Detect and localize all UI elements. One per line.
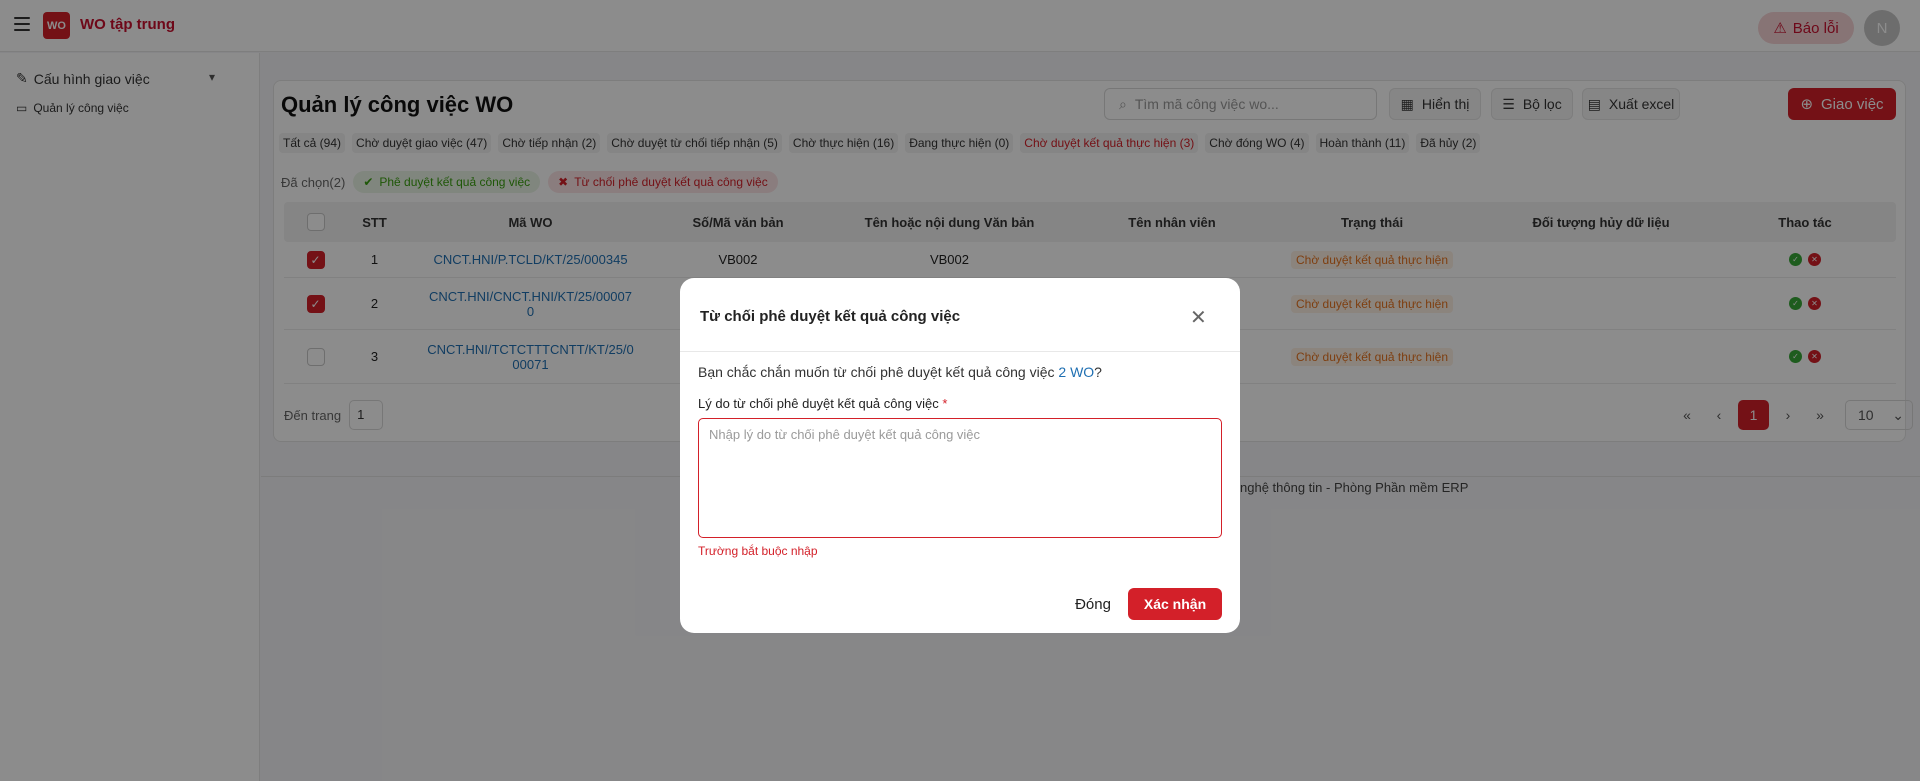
- reason-label: Lý do từ chối phê duyệt kết quả công việ…: [698, 396, 947, 411]
- reason-label-text: Lý do từ chối phê duyệt kết quả công việ…: [698, 396, 939, 411]
- modal-title: Từ chối phê duyệt kết quả công việc: [700, 308, 961, 325]
- modal-divider: [680, 351, 1240, 352]
- close-icon[interactable]: ✕: [1190, 305, 1207, 330]
- modal-question: Bạn chắc chắn muốn từ chối phê duyệt kết…: [698, 364, 1102, 380]
- reject-modal: Từ chối phê duyệt kết quả công việc ✕ Bạ…: [680, 278, 1240, 633]
- confirm-button[interactable]: Xác nhận: [1128, 588, 1222, 620]
- required-mark: *: [942, 396, 948, 411]
- question-prefix: Bạn chắc chắn muốn từ chối phê duyệt kết…: [698, 364, 1059, 380]
- reason-textarea[interactable]: Nhập lý do từ chối phê duyệt kết quả côn…: [698, 418, 1222, 538]
- question-suffix: ?: [1094, 364, 1102, 380]
- question-count: 2 WO: [1058, 364, 1095, 380]
- cancel-button[interactable]: Đóng: [1064, 588, 1122, 620]
- reason-error: Trường bắt buộc nhập: [698, 544, 818, 558]
